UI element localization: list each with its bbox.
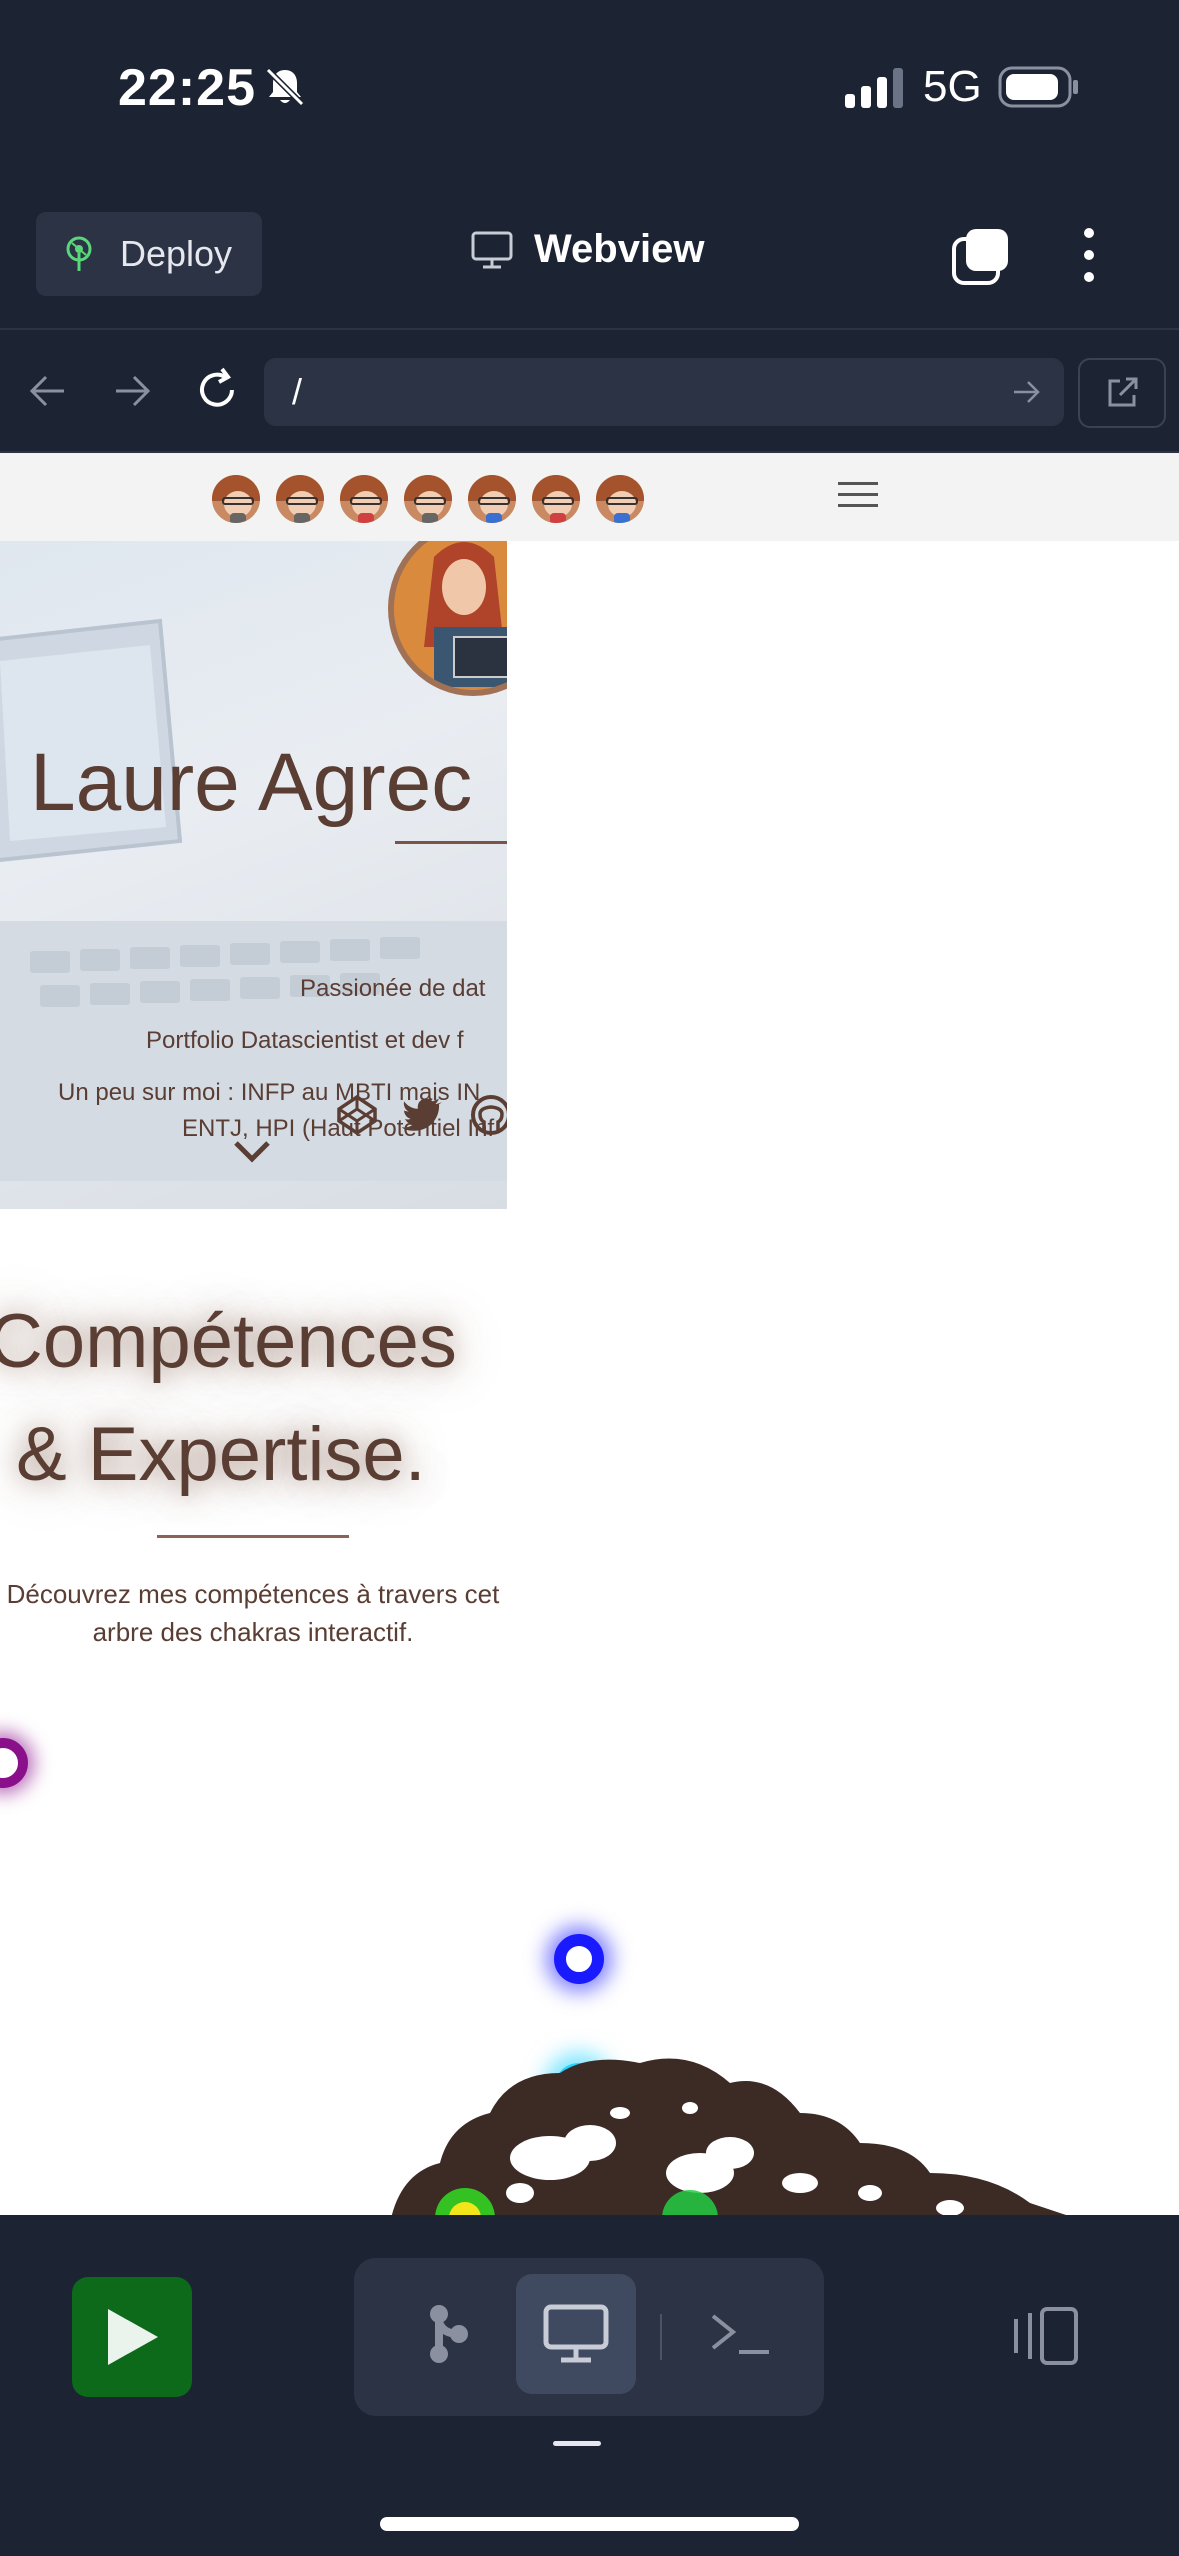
git-branch-icon: [430, 2305, 468, 2363]
bottom-toolbar: [0, 2215, 1179, 2556]
chevron-down-icon[interactable]: [232, 1137, 272, 1165]
skills-title-line2: & Expertise.: [16, 1412, 426, 1497]
webview-title[interactable]: Webview: [470, 227, 704, 272]
skills-underline: [157, 1535, 349, 1538]
hero-underline: [395, 841, 507, 844]
tab-shell[interactable]: [680, 2274, 800, 2394]
deploy-icon: [66, 236, 92, 271]
tab-git[interactable]: [388, 2274, 508, 2394]
bell-muted-icon: [265, 67, 305, 107]
network-label: 5G: [923, 62, 982, 111]
tab-webview[interactable]: [516, 2274, 636, 2394]
hamburger-menu-icon[interactable]: [836, 477, 880, 513]
run-button[interactable]: [72, 2277, 192, 2397]
sheet-handle[interactable]: [553, 2441, 601, 2446]
play-icon: [108, 2309, 158, 2365]
codepen-icon[interactable]: [336, 1094, 378, 1136]
chakra-tree-canopy: [391, 2058, 1066, 2215]
webview-content[interactable]: Laure Agrec Passionée de dat Portfolio D…: [0, 453, 1179, 2215]
webview-title-text: Webview: [534, 227, 705, 271]
terminal-icon: [711, 2314, 769, 2354]
home-indicator[interactable]: [380, 2517, 799, 2531]
monitor-icon: [471, 231, 513, 268]
url-text: /: [292, 371, 303, 412]
forward-arrow-icon[interactable]: [110, 369, 154, 413]
hero-tagline: Passionée de dat: [300, 975, 486, 1002]
hero-name: Laure Agrec: [30, 737, 473, 828]
tabs-icon[interactable]: [950, 225, 1012, 287]
url-toolbar: /: [0, 331, 1179, 453]
chakra-node-blue[interactable]: [554, 1934, 604, 1984]
toolbar-divider: [660, 2314, 662, 2360]
avatar[interactable]: [338, 473, 390, 525]
github-icon[interactable]: [470, 1094, 507, 1136]
avatar[interactable]: [466, 473, 518, 525]
open-external-button[interactable]: [1078, 358, 1166, 428]
external-link-icon: [1108, 377, 1138, 407]
avatar[interactable]: [402, 473, 454, 525]
battery-icon: [998, 66, 1078, 108]
monitor-icon: [543, 2304, 609, 2363]
deploy-button[interactable]: Deploy: [36, 212, 262, 296]
site-navbar: [0, 453, 1179, 541]
signal-icon: [845, 68, 903, 108]
avatar[interactable]: [530, 473, 582, 525]
go-arrow-icon[interactable]: [1010, 376, 1042, 408]
twitter-icon[interactable]: [402, 1094, 444, 1136]
app-header: Deploy Webview: [0, 175, 1179, 330]
skills-title-line1: Compétences: [0, 1299, 457, 1384]
status-time: 22:25: [118, 59, 256, 117]
avatar[interactable]: [210, 473, 262, 525]
avatar[interactable]: [274, 473, 326, 525]
panel-toggle-icon[interactable]: [1010, 2305, 1080, 2367]
status-bar: 22:25 5G: [0, 0, 1179, 175]
url-input[interactable]: /: [264, 358, 1064, 426]
profile-portrait: [388, 541, 507, 696]
reload-icon[interactable]: [192, 365, 242, 415]
hero-section: Laure Agrec Passionée de dat Portfolio D…: [0, 541, 507, 1209]
deploy-label: Deploy: [120, 233, 233, 274]
more-options-icon[interactable]: [1072, 225, 1106, 285]
view-switcher: [354, 2258, 824, 2416]
chakra-node-purple[interactable]: [0, 1738, 28, 1788]
back-arrow-icon[interactable]: [26, 369, 70, 413]
skills-description: Découvrez mes compétences à travers cet …: [6, 1579, 500, 1647]
avatar[interactable]: [594, 473, 646, 525]
hero-subtitle: Portfolio Datascientist et dev f: [146, 1027, 464, 1054]
